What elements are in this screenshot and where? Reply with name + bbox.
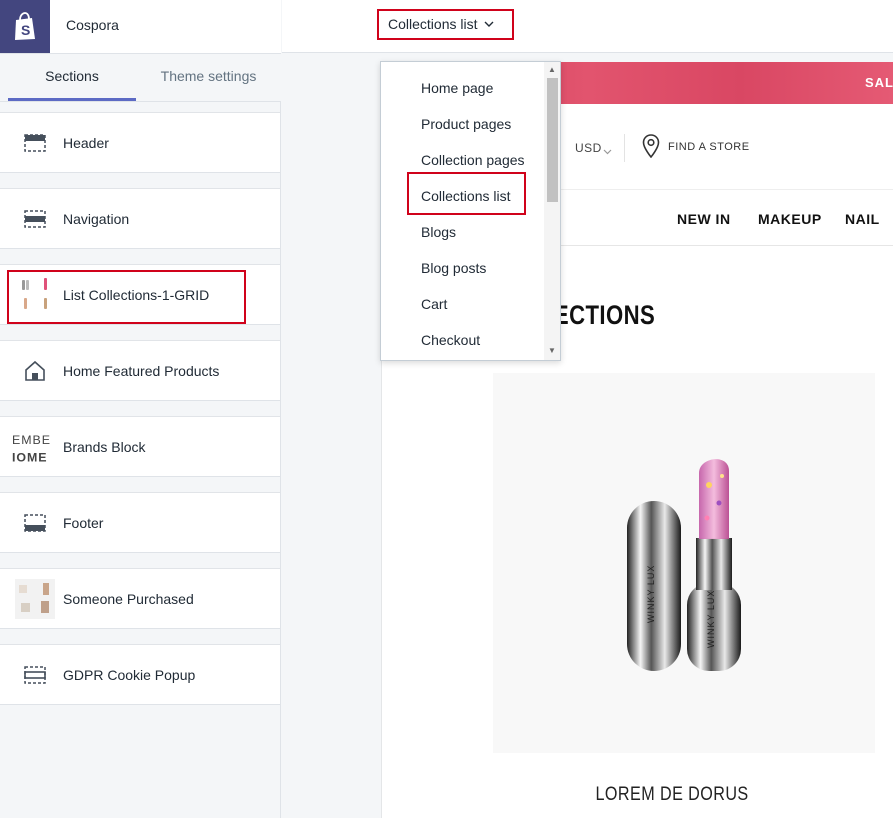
brand-logos-thumbnail: EMBE IOME (12, 427, 54, 467)
promo-text: SAL (865, 75, 893, 90)
section-item-footer[interactable]: Footer (0, 492, 280, 553)
location-pin-icon (642, 134, 660, 163)
section-item-gdpr-cookie-popup[interactable]: GDPR Cookie Popup (0, 644, 280, 705)
product-thumbnail-grid (14, 275, 56, 315)
chevron-down-icon (484, 19, 494, 30)
section-label: List Collections-1-GRID (63, 286, 210, 303)
section-label: GDPR Cookie Popup (63, 666, 196, 683)
page-select-value: Collections list (388, 16, 478, 32)
dropdown-option-product-pages[interactable]: Product pages (421, 116, 511, 132)
nav-item-makeup[interactable]: MAKEUP (758, 211, 822, 227)
collection-card-image[interactable]: WINKY LUX WINKY LUX (493, 373, 875, 753)
section-label: Someone Purchased (63, 590, 194, 607)
preview-toolbar (282, 0, 893, 53)
page-template-select[interactable]: Collections list (379, 10, 512, 38)
shopify-bag-icon: S (15, 11, 35, 40)
section-item-header[interactable]: Header (0, 112, 280, 173)
nav-item-nail[interactable]: NAIL (845, 211, 880, 227)
shopify-logo[interactable]: S (0, 0, 50, 53)
section-label: Header (63, 134, 109, 151)
dropdown-option-cart[interactable]: Cart (421, 296, 447, 312)
dropdown-option-home-page[interactable]: Home page (421, 80, 493, 96)
house-icon (14, 351, 56, 391)
svg-text:EMBE: EMBE (12, 433, 51, 447)
scroll-down-arrow-icon[interactable]: ▼ (548, 346, 556, 355)
dropdown-option-checkout[interactable]: Checkout (421, 332, 480, 348)
collection-card-title[interactable]: LOREM DE DORUS (596, 784, 749, 806)
product-brand: WINKY LUX (646, 565, 656, 623)
editor-sidebar: S Cospora Sections Theme settings Header… (0, 0, 281, 818)
tab-sections[interactable]: Sections (8, 54, 136, 101)
dropdown-option-blogs[interactable]: Blogs (421, 224, 456, 240)
section-item-someone-purchased[interactable]: Someone Purchased (0, 568, 280, 629)
navigation-layout-icon (14, 199, 56, 239)
nav-item-new-in[interactable]: NEW IN (677, 211, 731, 227)
section-label: Home Featured Products (63, 362, 220, 379)
find-store-link[interactable]: FIND A STORE (668, 141, 750, 153)
sidebar-tabs: Sections Theme settings (0, 54, 281, 102)
header-layout-icon (14, 123, 56, 163)
product-brand: WINKY LUX (706, 590, 716, 648)
footer-layout-icon (14, 503, 56, 543)
section-item-home-featured-products[interactable]: Home Featured Products (0, 340, 280, 401)
scroll-up-arrow-icon[interactable]: ▲ (548, 65, 556, 74)
section-item-list-collections[interactable]: List Collections-1-GRID (0, 264, 280, 325)
divider (624, 134, 625, 162)
scrollbar-thumb[interactable] (547, 78, 558, 202)
section-label: Navigation (63, 210, 130, 227)
dropdown-scrollbar[interactable]: ▲ ▼ (544, 62, 560, 360)
section-label: Brands Block (63, 438, 146, 455)
currency-selector[interactable]: USD (575, 141, 602, 155)
dropdown-option-collections-list[interactable]: Collections list (421, 188, 510, 204)
lipstick-product-image: WINKY LUX WINKY LUX (627, 459, 741, 671)
store-name: Cospora (66, 17, 119, 33)
page-template-dropdown: Home page Product pages Collection pages… (380, 61, 561, 361)
section-item-navigation[interactable]: Navigation (0, 188, 280, 249)
sidebar-topbar: S Cospora (0, 0, 281, 54)
svg-text:IOME: IOME (12, 450, 48, 464)
svg-text:S: S (21, 22, 30, 38)
purchase-thumbnail (14, 579, 56, 619)
popup-layout-icon (14, 655, 56, 695)
section-label: Footer (63, 514, 104, 531)
dropdown-option-blog-posts[interactable]: Blog posts (421, 260, 486, 276)
chevron-down-icon (603, 142, 612, 160)
tab-theme-settings[interactable]: Theme settings (136, 54, 281, 101)
dropdown-option-collection-pages[interactable]: Collection pages (421, 152, 525, 168)
section-item-brands-block[interactable]: EMBE IOME Brands Block (0, 416, 280, 477)
